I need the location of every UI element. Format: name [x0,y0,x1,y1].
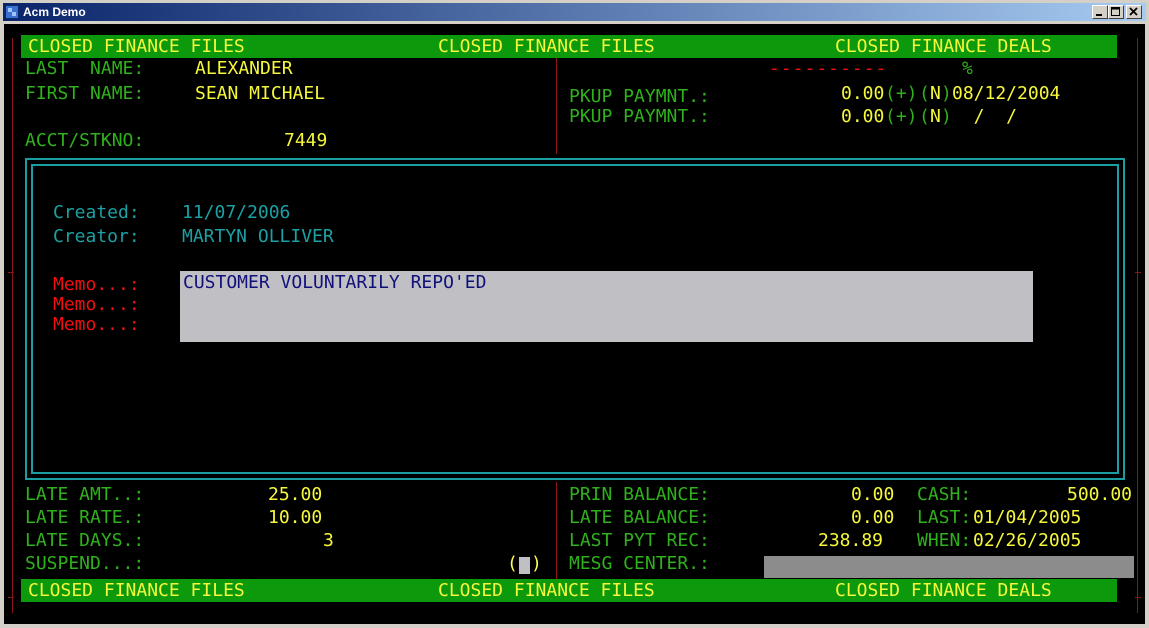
frame-tick [8,272,14,273]
pkup-payment-label-1: PKUP PAYMNT.: [569,86,710,107]
creator-label: Creator: [53,226,140,247]
terminal-screen: CLOSED FINANCE FILES CLOSED FINANCE FILE… [4,24,1145,624]
memo-line-1[interactable]: CUSTOMER VOLUNTARILY REPO'ED [183,272,486,294]
last-name-label: LAST NAME: [25,58,145,79]
pkup-payment-amount-1[interactable]: 0.00 [841,83,884,105]
maximize-button[interactable] [1108,5,1124,19]
late-amt-field[interactable]: 25.00 [268,484,322,506]
header-right: CLOSED FINANCE DEALS [835,36,1052,57]
app-window: Acm Demo CLOSED FINANCE FILES CLOSED FIN… [0,0,1149,628]
late-days-label: LATE DAYS.: [25,530,145,551]
first-name-label: FIRST NAME: [25,83,145,104]
footer-left: CLOSED FINANCE FILES [28,580,245,601]
pkup-flag-2[interactable]: N [930,106,941,128]
frame-tick [1135,272,1141,273]
suspend-paren-open: ( [507,553,518,574]
frame-tick [1135,597,1141,598]
header-left: CLOSED FINANCE FILES [28,36,245,57]
pkup-flag-1[interactable]: N [930,83,941,105]
last-pyt-field[interactable]: 238.89 [818,530,883,552]
prin-balance-label: PRIN BALANCE: [569,484,710,505]
acct-label: ACCT/STKNO: [25,130,145,151]
close-button[interactable] [1126,5,1142,19]
divider-top [556,58,557,154]
late-days-field[interactable]: 3 [323,530,334,552]
created-label: Created: [53,202,140,223]
late-amt-label: LATE AMT..: [25,484,145,505]
pkup-paren-close-2: ) [941,106,952,127]
when-date-field[interactable]: 02/26/2005 [973,530,1081,552]
dashes-field: ---------- [769,58,888,79]
creator-value: MARTYN OLLIVER [182,226,334,247]
cash-field[interactable]: 500.00 [1067,484,1132,506]
created-value: 11/07/2006 [182,202,291,223]
cash-label: CASH: [917,484,972,505]
late-balance-label: LATE BALANCE: [569,507,710,528]
pkup-payment-amount-2[interactable]: 0.00 [841,106,884,128]
title-bar[interactable]: Acm Demo [3,3,1146,21]
footer-right: CLOSED FINANCE DEALS [835,580,1052,601]
close-icon [1129,7,1138,16]
pkup-date-2[interactable]: / / [952,106,1017,128]
pkup-plus-1: (+) [885,83,918,104]
acct-field[interactable]: 7449 [284,130,327,152]
pkup-paren-close-1: ) [941,83,952,104]
suspend-label: SUSPEND...: [25,553,145,574]
suspend-checkbox[interactable] [519,557,530,574]
memo-input-area[interactable]: CUSTOMER VOLUNTARILY REPO'ED [180,271,1033,342]
footer-center: CLOSED FINANCE FILES [438,580,655,601]
memo-label-2: Memo...: [53,294,140,315]
pkup-paren-open-2: ( [919,106,930,127]
first-name-field[interactable]: SEAN MICHAEL [195,83,325,105]
app-icon [6,6,18,18]
pkup-paren-open-1: ( [919,83,930,104]
memo-label-3: Memo...: [53,314,140,335]
mesg-center-field[interactable] [764,556,1134,578]
header-center: CLOSED FINANCE FILES [438,36,655,57]
prin-balance-field[interactable]: 0.00 [851,484,894,506]
frame-line-right [1137,38,1138,613]
late-rate-label: LATE RATE.: [25,507,145,528]
mesg-center-label: MESG CENTER.: [569,553,710,574]
last-name-field[interactable]: ALEXANDER [195,58,293,80]
header-bar: CLOSED FINANCE FILES CLOSED FINANCE FILE… [21,35,1117,58]
pkup-date-1[interactable]: 08/12/2004 [952,83,1060,105]
divider-bottom [556,482,557,592]
minimize-icon [1096,14,1102,16]
suspend-paren-close: ) [531,553,542,574]
minimize-button[interactable] [1092,5,1108,19]
footer-bar: CLOSED FINANCE FILES CLOSED FINANCE FILE… [21,579,1117,602]
pkup-plus-2: (+) [885,106,918,127]
last-label: LAST: [917,507,972,528]
maximize-icon [1111,7,1120,16]
late-rate-field[interactable]: 10.00 [268,507,322,529]
frame-tick [8,597,14,598]
last-pyt-label: LAST PYT REC: [569,530,710,551]
pkup-payment-label-2: PKUP PAYMNT.: [569,106,710,127]
last-date-field[interactable]: 01/04/2005 [973,507,1081,529]
window-title: Acm Demo [23,5,86,19]
late-balance-field[interactable]: 0.00 [851,507,894,529]
memo-label-1: Memo...: [53,274,140,295]
percent-sign: % [962,58,973,79]
when-label: WHEN: [917,530,972,551]
frame-line-left [12,38,13,613]
